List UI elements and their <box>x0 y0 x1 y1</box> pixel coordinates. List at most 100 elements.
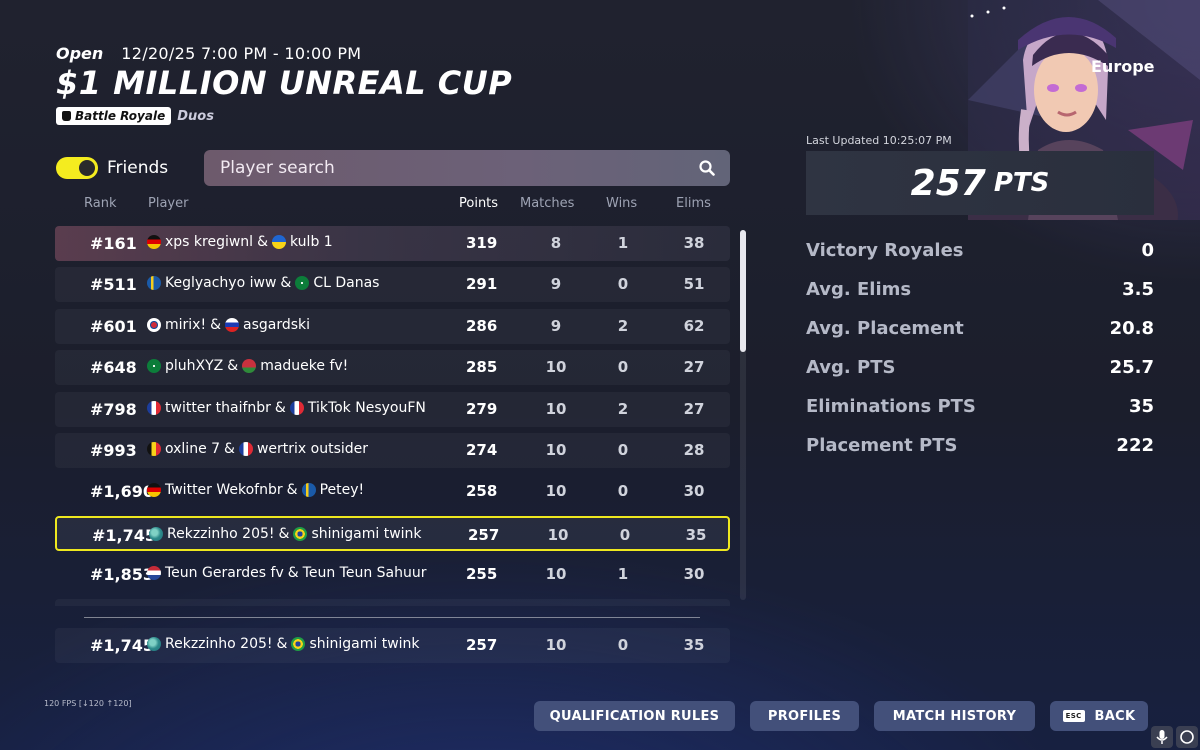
matches-cell: 10 <box>545 482 567 501</box>
france-flag-icon <box>238 441 253 456</box>
team-separator: & <box>257 234 268 250</box>
elims-cell: 27 <box>683 358 705 377</box>
germany-flag-icon <box>147 235 161 249</box>
player-name: kulb 1 <box>290 234 333 250</box>
stat-value: 222 <box>1116 435 1154 456</box>
belgium-flag-icon <box>147 441 161 456</box>
table-row[interactable]: #1,745 Rekzzinho 205! & shinigami twink 257 1… <box>55 515 730 551</box>
wins-cell: 2 <box>617 399 629 418</box>
stat-label: Victory Royales <box>806 240 964 261</box>
total-points-unit: PTS <box>993 168 1050 198</box>
points-cell: 285 <box>466 358 498 377</box>
button-label: PROFILES <box>767 708 842 724</box>
divider <box>84 617 700 618</box>
player-cell[interactable]: oxline 7 & wertrix outsider <box>147 441 368 457</box>
player-cell[interactable]: Rekzzinho 205! & shinigami twink <box>149 526 422 542</box>
table-row[interactable]: #993 oxline 7 & wertrix outsider 274 10 0 28 <box>55 432 730 468</box>
column-wins: Wins <box>606 196 638 211</box>
player-cell[interactable]: mirix! & asgardski <box>147 317 310 333</box>
leaderboard-list[interactable]: #161 xps kregiwnl & kulb 1 319 8 1 38 #511 Keglya… <box>55 226 730 606</box>
rank-cell: #511 <box>90 275 137 295</box>
total-points-value: 257 <box>910 162 986 204</box>
scrollbar-thumb[interactable] <box>740 230 746 352</box>
rank-cell: #648 <box>90 358 137 378</box>
player-cell[interactable]: Keglyachyo iww & CL Danas <box>147 275 379 291</box>
microphone-icon[interactable] <box>1151 726 1173 748</box>
russia-flag-icon <box>225 317 239 332</box>
matches-cell: 10 <box>545 358 567 377</box>
stat-value: 20.8 <box>1109 318 1154 339</box>
stat-label: Placement PTS <box>806 435 958 456</box>
player-cell[interactable]: pluhXYZ & madueke fv! <box>147 358 348 374</box>
player-search-input[interactable] <box>220 158 680 178</box>
points-cell: 319 <box>466 234 498 252</box>
party-status-icon[interactable] <box>1176 726 1198 748</box>
search-icon[interactable] <box>699 160 715 176</box>
ukraine-flag-icon <box>272 235 286 249</box>
germany-flag-icon <box>147 483 161 498</box>
player-cell[interactable]: Teun Gerardes fv & Teun Teun Sahuur <box>147 565 426 581</box>
match-history-button[interactable]: MATCH HISTORY <box>874 701 1035 731</box>
event-status: Open <box>56 44 104 63</box>
table-row[interactable]: #798 twitter thaifnbr & TikTok NesyouFN 279 1… <box>55 391 730 427</box>
event-datetime: 12/20/25 7:00 PM - 10:00 PM <box>121 44 362 63</box>
south-korea-flag-icon <box>147 317 161 332</box>
team-separator: & <box>280 275 292 292</box>
player-name: pluhXYZ <box>165 358 224 375</box>
table-row[interactable]: #601 mirix! & asgardski 286 9 2 62 <box>55 308 730 344</box>
player-cell[interactable]: Twitter Wekofnbr & Petey! <box>147 482 364 498</box>
friends-label: Friends <box>107 158 169 178</box>
team-separator: & <box>210 316 221 333</box>
sweden-flag-icon <box>147 276 161 291</box>
table-row[interactable]: #648 pluhXYZ & madueke fv! 285 10 0 27 <box>55 350 730 386</box>
table-row[interactable]: #1,745 Rekzzinho 205! & shinigami twink 257 1… <box>55 628 730 663</box>
stat-eliminations-pts: Eliminations PTS 35 <box>806 396 1154 417</box>
friends-toggle[interactable] <box>56 157 98 179</box>
player-name: Teun Gerardes fv <box>165 565 284 582</box>
player-name: Rekzzinho 205! <box>167 525 275 542</box>
elims-cell: 27 <box>683 399 705 418</box>
sweden-flag-icon <box>301 483 316 498</box>
stat-label: Avg. Placement <box>806 318 964 339</box>
matches-cell: 9 <box>550 316 562 335</box>
table-row[interactable]: #511 Keglyachyo iww & CL Danas 291 9 0 51 <box>55 267 730 303</box>
belarus-flag-icon <box>242 359 257 374</box>
profiles-button[interactable]: PROFILES <box>750 701 859 731</box>
esc-key-icon: ESC <box>1062 710 1085 722</box>
points-cell: 257 <box>468 525 500 544</box>
page-title: $1 MILLION UNREAL CUP <box>56 64 513 102</box>
region-label: Europe <box>1091 57 1155 76</box>
player-name: Keglyachyo iww <box>165 275 277 292</box>
rank-cell: #1,690 <box>90 482 155 502</box>
table-row[interactable]: #161 xps kregiwnl & kulb 1 319 8 1 38 <box>55 226 730 261</box>
player-cell[interactable]: xps kregiwnl & kulb 1 <box>147 234 333 250</box>
matches-cell: 10 <box>545 565 567 584</box>
elims-cell: 35 <box>683 636 705 654</box>
table-row[interactable]: #1,690 Twitter Wekofnbr & Petey! 258 10 0 30 <box>55 474 730 509</box>
my-team-row-container: #1,745 Rekzzinho 205! & shinigami twink 257 1… <box>55 628 730 669</box>
points-cell: 274 <box>466 440 498 459</box>
stat-avg-elims: Avg. Elims 3.5 <box>806 279 1154 300</box>
rank-cell: #1,745 <box>90 636 155 655</box>
player-cell[interactable]: Rekzzinho 205! & shinigami twink <box>147 636 420 652</box>
stat-placement-pts: Placement PTS 222 <box>806 435 1154 456</box>
stat-value: 0 <box>1141 240 1154 261</box>
player-name: Twitter Wekofnbr <box>165 482 283 499</box>
wins-cell: 0 <box>617 636 629 654</box>
team-separator: & <box>278 525 290 542</box>
table-row[interactable] <box>55 598 730 606</box>
back-button[interactable]: ESC BACK <box>1050 701 1148 731</box>
qualification-rules-button[interactable]: QUALIFICATION RULES <box>534 701 735 731</box>
points-cell: 257 <box>466 636 498 654</box>
wins-cell: 0 <box>617 440 629 459</box>
player-cell[interactable]: twitter thaifnbr & TikTok NesyouFN <box>147 400 426 416</box>
leaderboard-scrollbar[interactable] <box>740 230 746 600</box>
saudi-flag-icon <box>147 359 161 374</box>
team-separator: & <box>227 358 239 375</box>
player-name: shinigami twink <box>311 525 422 542</box>
player-name: oxline 7 <box>165 440 221 457</box>
elims-cell: 30 <box>683 565 705 584</box>
search-bar[interactable] <box>204 150 730 186</box>
column-player: Player <box>148 196 189 211</box>
table-row[interactable]: #1,853 Teun Gerardes fv & Teun Teun Sahuur 2… <box>55 557 730 592</box>
